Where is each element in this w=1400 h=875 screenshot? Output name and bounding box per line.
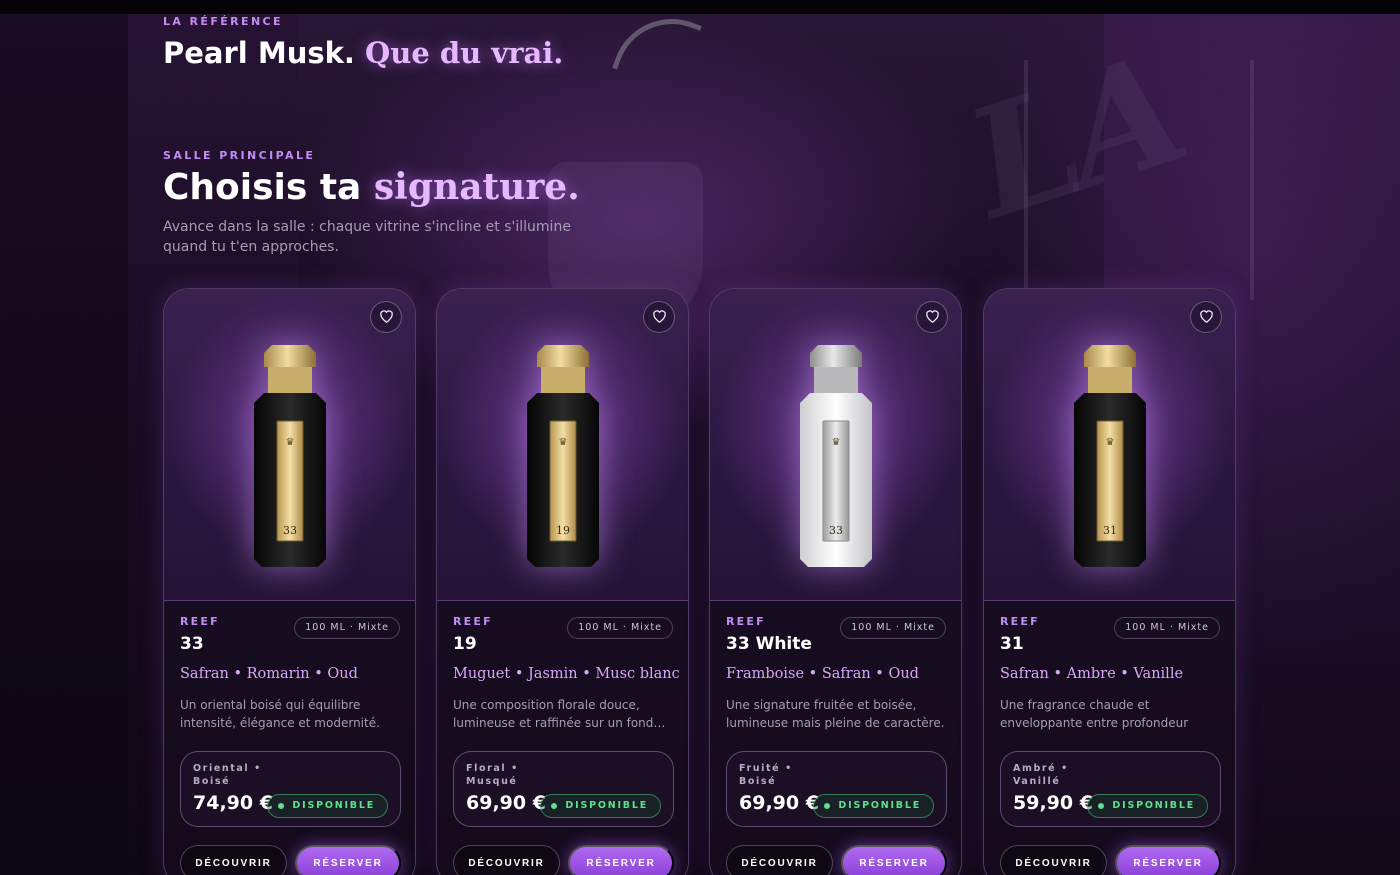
- product-description: Une fragrance chaude et enveloppante ent…: [1000, 698, 1189, 730]
- product-info: REEF 100 ML · Mixte 19 Muguet • Jasmin •…: [453, 615, 680, 875]
- perfume-bottle-image: 33 ♛: [799, 345, 872, 567]
- top-bar: [0, 0, 1400, 14]
- product-visual: 33 ♛: [710, 289, 961, 601]
- product-price: 59,90 €: [1013, 792, 1093, 814]
- reserve-button[interactable]: RÉSERVER: [841, 845, 947, 875]
- reference-title: Pearl Musk. Que du vrai.: [163, 36, 563, 70]
- dot-icon: [824, 803, 831, 809]
- discover-button[interactable]: DÉCOUVRIR: [726, 845, 833, 875]
- dot-icon: [278, 803, 285, 809]
- price-box: Fruité • Boisé 69,90 € DISPONIBLE: [726, 751, 947, 827]
- heart-icon: [1199, 309, 1214, 326]
- discover-button[interactable]: DÉCOUVRIR: [453, 845, 560, 875]
- section-title: Choisis ta signature.: [163, 166, 580, 208]
- product-info: REEF 100 ML · Mixte 33 Safran • Romarin …: [180, 615, 401, 875]
- size-badge: 100 ML · Mixte: [567, 617, 673, 639]
- discover-button[interactable]: DÉCOUVRIR: [180, 845, 287, 875]
- product-price: 69,90 €: [466, 792, 546, 814]
- olfactory-notes: Framboise • Safran • Oud: [726, 666, 919, 682]
- svg-text:31: 31: [1103, 524, 1117, 537]
- olfactory-family: Oriental • Boisé: [193, 763, 262, 787]
- section-title-main: Choisis ta: [163, 167, 362, 208]
- dot-icon: [1098, 803, 1105, 809]
- olfactory-notes: Safran • Romarin • Oud: [180, 666, 358, 682]
- product-visual: 33 ♛: [164, 289, 415, 601]
- status-label: DISPONIBLE: [838, 800, 921, 811]
- svg-text:♛: ♛: [831, 437, 840, 448]
- size-badge: 100 ML · Mixte: [294, 617, 400, 639]
- reference-title-main: Pearl Musk.: [163, 36, 355, 70]
- heart-icon: [379, 309, 394, 326]
- favorite-button[interactable]: [643, 301, 675, 333]
- product-description: Une signature fruitée et boisée, lumineu…: [726, 698, 945, 730]
- reference-title-accent: Que du vrai.: [365, 36, 564, 70]
- status-label: DISPONIBLE: [565, 800, 648, 811]
- price-box: Ambré • Vanillé 59,90 € DISPONIBLE: [1000, 751, 1221, 827]
- product-price: 69,90 €: [739, 792, 819, 814]
- favorite-button[interactable]: [370, 301, 402, 333]
- product-card[interactable]: 33 ♛ REEF 100 ML · Mixte 33 Safran • Rom…: [163, 288, 416, 875]
- reference-kicker: LA RÉFÉRENCE: [163, 15, 283, 28]
- product-card[interactable]: 19 ♛ REEF 100 ML · Mixte 19 Muguet • Jas…: [436, 288, 689, 875]
- discover-button[interactable]: DÉCOUVRIR: [1000, 845, 1107, 875]
- product-description: Une composition florale douce, lumineuse…: [453, 698, 666, 730]
- price-box: Floral • Musqué 69,90 € DISPONIBLE: [453, 751, 674, 827]
- reserve-button[interactable]: RÉSERVER: [568, 845, 674, 875]
- size-badge: 100 ML · Mixte: [840, 617, 946, 639]
- status-badge: DISPONIBLE: [1087, 794, 1208, 818]
- status-label: DISPONIBLE: [292, 800, 375, 811]
- status-badge: DISPONIBLE: [540, 794, 661, 818]
- product-price: 74,90 €: [193, 792, 273, 814]
- status-badge: DISPONIBLE: [267, 794, 388, 818]
- product-card[interactable]: 33 ♛ REEF 100 ML · Mixte 33 White Frambo…: [709, 288, 962, 875]
- svg-text:33: 33: [829, 524, 843, 537]
- product-visual: 19 ♛: [437, 289, 688, 601]
- perfume-bottle-image: 19 ♛: [526, 345, 599, 567]
- size-badge: 100 ML · Mixte: [1114, 617, 1220, 639]
- section-kicker: SALLE PRINCIPALE: [163, 149, 316, 162]
- favorite-button[interactable]: [1190, 301, 1222, 333]
- heart-icon: [925, 309, 940, 326]
- dot-icon: [551, 803, 558, 809]
- svg-text:33: 33: [283, 524, 297, 537]
- reserve-button[interactable]: RÉSERVER: [295, 845, 401, 875]
- olfactory-notes: Muguet • Jasmin • Musc blanc: [453, 666, 680, 682]
- product-visual: 31 ♛: [984, 289, 1235, 601]
- olfactory-family: Ambré • Vanillé: [1013, 763, 1069, 787]
- olfactory-family: Floral • Musqué: [466, 763, 519, 787]
- olfactory-family: Fruité • Boisé: [739, 763, 793, 787]
- perfume-bottle-image: 33 ♛: [253, 345, 326, 567]
- section-subtitle: Avance dans la salle : chaque vitrine s'…: [163, 219, 571, 255]
- section-title-accent: signature.: [373, 166, 580, 208]
- favorite-button[interactable]: [916, 301, 948, 333]
- product-card[interactable]: 31 ♛ REEF 100 ML · Mixte 31 Safran • Amb…: [983, 288, 1236, 875]
- status-label: DISPONIBLE: [1112, 800, 1195, 811]
- price-box: Oriental • Boisé 74,90 € DISPONIBLE: [180, 751, 401, 827]
- olfactory-notes: Safran • Ambre • Vanille: [1000, 666, 1184, 682]
- svg-text:♛: ♛: [285, 437, 294, 448]
- svg-text:♛: ♛: [1105, 437, 1114, 448]
- svg-text:19: 19: [556, 524, 570, 537]
- status-badge: DISPONIBLE: [813, 794, 934, 818]
- perfume-bottle-image: 31 ♛: [1073, 345, 1146, 567]
- product-info: REEF 100 ML · Mixte 31 Safran • Ambre • …: [1000, 615, 1221, 875]
- svg-text:♛: ♛: [558, 437, 567, 448]
- heart-icon: [652, 309, 667, 326]
- product-info: REEF 100 ML · Mixte 33 White Framboise •…: [726, 615, 947, 875]
- product-description: Un oriental boisé qui équilibre intensit…: [180, 698, 380, 730]
- reserve-button[interactable]: RÉSERVER: [1115, 845, 1221, 875]
